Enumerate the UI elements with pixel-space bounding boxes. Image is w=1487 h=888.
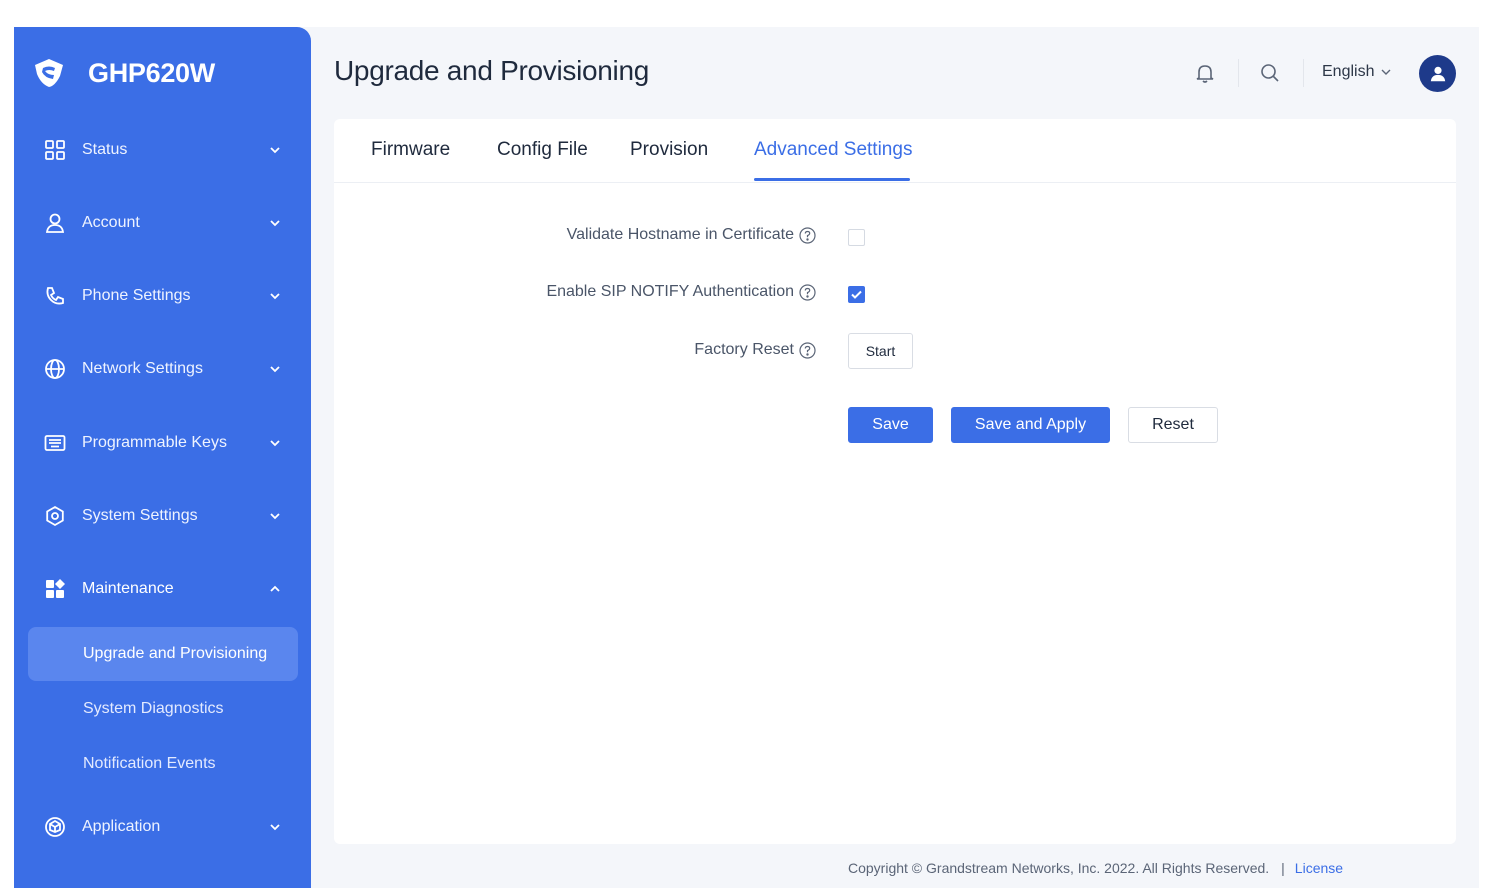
copyright-text: Copyright © Grandstream Networks, Inc. 2… bbox=[848, 860, 1270, 876]
page-title: Upgrade and Provisioning bbox=[334, 55, 650, 86]
bell-icon[interactable] bbox=[1194, 62, 1216, 84]
sidebar-item-application[interactable]: Application bbox=[28, 803, 298, 851]
keyboard-icon bbox=[44, 435, 66, 451]
validate-hostname-label: Validate Hostname in Certificate bbox=[567, 226, 816, 244]
sip-notify-auth-checkbox[interactable] bbox=[848, 286, 865, 303]
tab-bar: Firmware Config File Provision Advanced … bbox=[334, 119, 1456, 183]
chevron-down-icon bbox=[270, 513, 280, 520]
chevron-down-icon bbox=[270, 440, 280, 447]
content-card: Firmware Config File Provision Advanced … bbox=[334, 119, 1456, 844]
sidebar-subitem-label: Notification Events bbox=[83, 755, 216, 772]
maintenance-icon bbox=[46, 579, 65, 598]
sidebar-subitem-system-diagnostics[interactable]: System Diagnostics bbox=[28, 682, 298, 736]
language-selector[interactable]: English bbox=[1322, 63, 1392, 81]
header-divider bbox=[1238, 59, 1239, 87]
sip-notify-auth-text: Enable SIP NOTIFY Authentication bbox=[546, 283, 794, 300]
help-icon[interactable] bbox=[799, 226, 816, 244]
save-and-apply-button[interactable]: Save and Apply bbox=[951, 407, 1110, 443]
user-avatar-icon bbox=[1430, 66, 1445, 81]
factory-reset-label: Factory Reset bbox=[694, 341, 816, 359]
sidebar-item-label: Network Settings bbox=[82, 360, 203, 377]
sidebar-item-network-settings[interactable]: Network Settings bbox=[28, 345, 298, 393]
tab-config-file[interactable]: Config File bbox=[497, 139, 588, 161]
gear-icon bbox=[46, 505, 64, 527]
footer-separator: | bbox=[1281, 860, 1285, 876]
chevron-down-icon bbox=[270, 220, 280, 227]
sidebar-item-label: Maintenance bbox=[82, 580, 174, 597]
validate-hostname-checkbox[interactable] bbox=[848, 229, 865, 246]
help-icon[interactable] bbox=[799, 341, 816, 359]
chevron-down-icon bbox=[270, 824, 280, 831]
chevron-down-icon bbox=[270, 293, 280, 300]
footer: Copyright © Grandstream Networks, Inc. 2… bbox=[848, 860, 1343, 876]
factory-reset-start-button[interactable]: Start bbox=[848, 333, 913, 369]
sidebar-item-label: Phone Settings bbox=[82, 287, 191, 304]
license-link[interactable]: License bbox=[1295, 860, 1343, 876]
search-icon[interactable] bbox=[1259, 62, 1281, 84]
save-button[interactable]: Save bbox=[848, 407, 933, 443]
brand[interactable]: GHP620W bbox=[32, 53, 215, 93]
sidebar-item-label: Status bbox=[82, 141, 128, 158]
sidebar-item-programmable-keys[interactable]: Programmable Keys bbox=[28, 419, 298, 467]
sidebar: GHP620W Status Account Phone Settings Ne… bbox=[14, 27, 311, 888]
tab-firmware[interactable]: Firmware bbox=[371, 139, 450, 161]
cube-icon bbox=[45, 817, 65, 837]
checkmark-icon bbox=[851, 290, 862, 299]
avatar[interactable] bbox=[1419, 55, 1456, 92]
sidebar-item-label: Programmable Keys bbox=[82, 434, 227, 451]
sidebar-subitem-upgrade-provisioning[interactable]: Upgrade and Provisioning bbox=[28, 627, 298, 681]
language-label: English bbox=[1322, 63, 1375, 80]
sidebar-item-system-settings[interactable]: System Settings bbox=[28, 492, 298, 540]
validate-hostname-text: Validate Hostname in Certificate bbox=[566, 226, 794, 243]
sidebar-item-label: Application bbox=[82, 818, 161, 835]
reset-button[interactable]: Reset bbox=[1128, 407, 1218, 443]
factory-reset-text: Factory Reset bbox=[694, 341, 794, 358]
sidebar-item-phone-settings[interactable]: Phone Settings bbox=[28, 272, 298, 320]
header-divider bbox=[1303, 59, 1304, 87]
status-grid-icon bbox=[45, 140, 65, 160]
user-icon bbox=[45, 213, 65, 233]
sidebar-item-account[interactable]: Account bbox=[28, 199, 298, 247]
active-tab-indicator bbox=[754, 178, 910, 181]
sidebar-item-status[interactable]: Status bbox=[28, 126, 298, 174]
app-window: GHP620W Status Account Phone Settings Ne… bbox=[14, 27, 1479, 888]
tab-provision[interactable]: Provision bbox=[630, 139, 708, 161]
sidebar-item-maintenance[interactable]: Maintenance bbox=[28, 565, 298, 613]
sip-notify-auth-label: Enable SIP NOTIFY Authentication bbox=[546, 283, 816, 301]
product-name: GHP620W bbox=[88, 57, 215, 88]
chevron-down-icon bbox=[270, 147, 280, 154]
grandstream-logo-icon bbox=[35, 59, 63, 87]
sidebar-subitem-label: Upgrade and Provisioning bbox=[83, 645, 268, 662]
sidebar-item-label: System Settings bbox=[82, 507, 198, 524]
sidebar-subitem-notification-events[interactable]: Notification Events bbox=[28, 737, 298, 791]
sidebar-item-label: Account bbox=[82, 214, 140, 231]
chevron-up-icon bbox=[270, 585, 280, 592]
phone-icon bbox=[46, 287, 64, 305]
globe-icon bbox=[45, 359, 65, 379]
chevron-down-icon bbox=[1381, 69, 1391, 75]
help-icon[interactable] bbox=[799, 283, 816, 301]
sidebar-subitem-label: System Diagnostics bbox=[83, 700, 224, 717]
tab-advanced-settings[interactable]: Advanced Settings bbox=[754, 139, 912, 161]
chevron-down-icon bbox=[270, 366, 280, 373]
